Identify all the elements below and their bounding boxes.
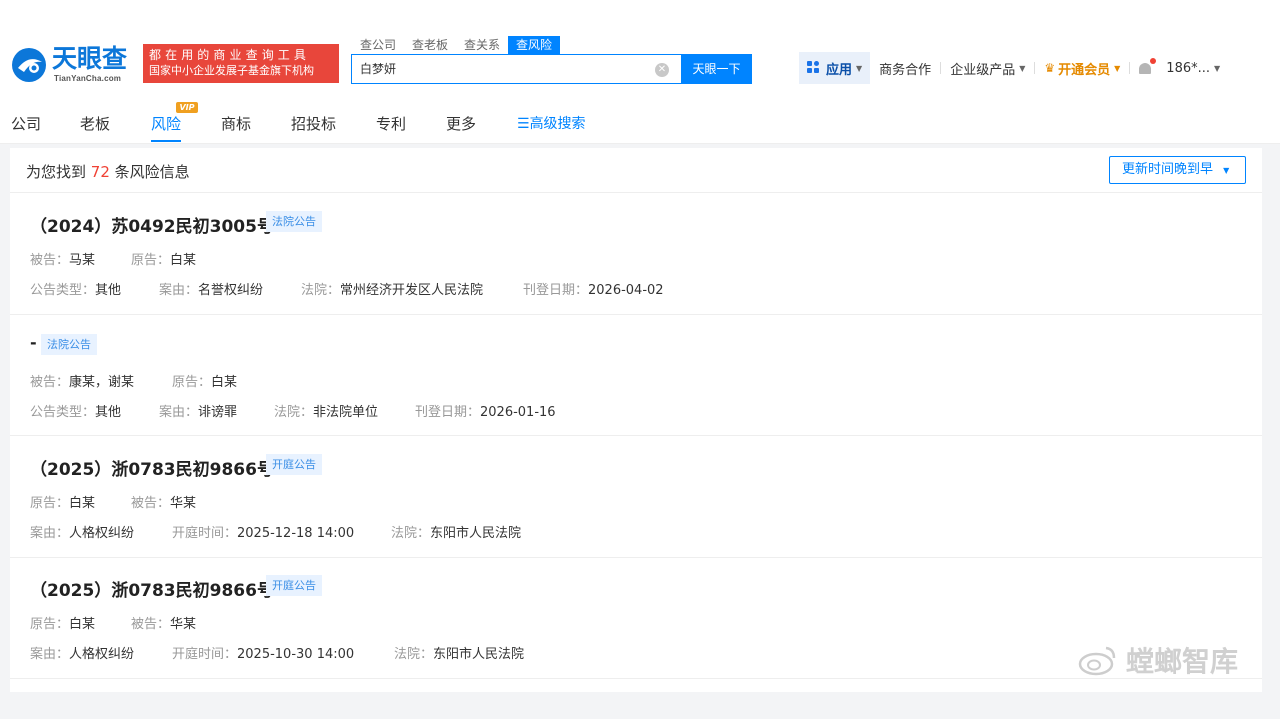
nav-tab-trademark[interactable]: 商标 (221, 113, 251, 134)
case-number-title[interactable]: - (30, 333, 37, 352)
case-type-tag: 法院公告 (266, 211, 322, 232)
search-tab-relation[interactable]: 查关系 (456, 36, 508, 54)
detail-field: 法院：非法院单位 (274, 405, 379, 420)
search-button[interactable]: 天眼一下 (681, 54, 752, 84)
detail-field: 案由：名誉权纠纷 (159, 283, 264, 298)
vip-membership-menu[interactable]: ♛ 开通会员 ▼ (1035, 59, 1129, 78)
result-count-text: 为您找到 72 条风险信息 (26, 161, 190, 182)
detail-field: 刊登日期：2026-01-16 (415, 405, 556, 420)
notification-dot (1150, 58, 1157, 64)
party-field: 被告：康某，谢某 (30, 375, 135, 390)
nav-tab-patent[interactable]: 专利 (376, 113, 406, 134)
nav-tab-bidding[interactable]: 招投标 (291, 113, 336, 134)
result-count-number: 72 (90, 163, 110, 181)
advanced-search-link[interactable]: ☰高级搜索 (517, 113, 586, 133)
top-header: 天眼查 TianYanCha.com 都在用的商业查询工具 国家中小企业发展子基… (0, 0, 1280, 101)
business-cooperation-link[interactable]: 商务合作 (870, 59, 940, 78)
detail-field: 公告类型：其他 (30, 405, 122, 420)
party-field: 被告：马某 (30, 253, 96, 268)
risk-item[interactable]: （2025）浙0783民初9866号 开庭公告 原告：白某 被告：华某 案由：人… (10, 558, 1262, 679)
search-tab-risk[interactable]: 查风险 (508, 36, 561, 54)
case-number-title[interactable]: （2025）浙0783民初9866号 (30, 576, 274, 601)
enterprise-products-menu[interactable]: 企业级产品 ▼ (941, 59, 1034, 78)
party-field: 原告：白某 (131, 253, 197, 268)
case-number-title[interactable]: （2025）浙0783民初9866号 (30, 455, 274, 480)
detail-field: 法院：东阳市人民法院 (391, 526, 522, 541)
case-number-title[interactable]: （2024）苏0492民初3005号 (30, 212, 274, 237)
search-tab-boss[interactable]: 查老板 (404, 36, 456, 54)
apps-label: 应用 (826, 62, 853, 78)
detail-field: 案由：人格权纠纷 (30, 647, 135, 662)
top-nav-right: 应用 ▼ 商务合作 企业级产品 ▼ ♛ 开通会员 ▼ 186*... ▼ (799, 52, 1229, 84)
vip-label: 开通会员 (1058, 62, 1111, 78)
user-account-menu[interactable]: 186*... ▼ (1158, 61, 1229, 76)
detail-field: 案由：人格权纠纷 (30, 526, 135, 541)
divider (1129, 62, 1131, 74)
result-count-prefix: 为您找到 (26, 163, 87, 181)
detail-field: 法院：东阳市人民法院 (394, 647, 525, 662)
active-tab-indicator (151, 140, 181, 142)
detail-field: 法院：常州经济开发区人民法院 (301, 283, 484, 298)
risk-item[interactable]: （2025）浙0783民初9866号 开庭公告 原告：白某 被告：华某 案由：人… (10, 437, 1262, 558)
results-header: 为您找到 72 条风险信息 更新时间晚到早 ▼ (10, 148, 1262, 193)
sort-order-select[interactable]: 更新时间晚到早 ▼ (1109, 156, 1246, 184)
vip-badge: VIP (176, 102, 198, 113)
search-tab-company[interactable]: 查公司 (352, 36, 404, 54)
chevron-down-icon: ▼ (1223, 166, 1230, 175)
result-count-suffix: 条风险信息 (114, 163, 190, 181)
chevron-down-icon: ▼ (1214, 63, 1221, 73)
party-field: 原告：白某 (30, 617, 96, 632)
party-field: 原告：白某 (30, 496, 96, 511)
filter-search-icon: ☰ (517, 116, 530, 132)
risk-item[interactable]: - 法院公告 被告：康某，谢某 原告：白某 公告类型：其他 案由：诽谤罪 法院：… (10, 315, 1262, 436)
risk-item[interactable]: （2024）苏0492民初3005号 法院公告 被告：马某 原告：白某 公告类型… (10, 194, 1262, 315)
watermark-text: 螳螂智库 (1126, 645, 1239, 678)
site-logo[interactable]: 天眼查 TianYanCha.com (10, 44, 138, 88)
party-field: 原告：白某 (172, 375, 238, 390)
weibo-watermark-icon (1078, 646, 1116, 676)
detail-field: 开庭时间：2025-10-30 14:00 (172, 647, 355, 662)
slogan-line-1: 都在用的商业查询工具 (149, 48, 311, 62)
party-field: 被告：华某 (131, 496, 197, 511)
logo-domain: TianYanCha.com (54, 74, 122, 83)
logo-eye-icon (12, 48, 46, 82)
enterprise-products-label: 企业级产品 (950, 62, 1016, 78)
nav-tab-more[interactable]: 更多 (446, 113, 476, 134)
detail-field: 开庭时间：2025-12-18 14:00 (172, 526, 355, 541)
clear-icon[interactable]: ✕ (655, 63, 669, 77)
detail-field: 案由：诽谤罪 (159, 405, 238, 420)
notification-bell-icon[interactable] (1138, 58, 1157, 75)
apps-grid-icon (807, 61, 821, 75)
apps-menu-button[interactable]: 应用 ▼ (799, 52, 871, 84)
search-box: ✕ (351, 54, 681, 84)
detail-field: 刊登日期：2026-04-02 (523, 283, 664, 298)
chevron-down-icon: ▼ (1019, 63, 1026, 73)
search-input[interactable] (360, 61, 640, 75)
nav-tab-company[interactable]: 公司 (11, 113, 41, 134)
party-field: 被告：华某 (131, 617, 197, 632)
case-type-tag: 开庭公告 (266, 575, 322, 596)
case-type-tag: 开庭公告 (266, 454, 322, 475)
logo-text: 天眼查 (52, 44, 128, 73)
nav-tab-boss[interactable]: 老板 (80, 113, 110, 134)
slogan-banner: 都在用的商业查询工具 国家中小企业发展子基金旗下机构 (143, 44, 339, 83)
detail-field: 公告类型：其他 (30, 283, 122, 298)
nav-tab-risk[interactable]: 风险 (151, 113, 181, 134)
chevron-down-icon: ▼ (1114, 63, 1121, 73)
sort-order-label: 更新时间晚到早 (1122, 162, 1214, 177)
user-phone-label: 186*... (1166, 60, 1211, 76)
crown-icon: ♛ (1044, 61, 1056, 75)
search-type-tabs: 查公司 查老板 查关系 查风险 (352, 36, 561, 54)
advanced-search-label: 高级搜索 (529, 116, 586, 132)
case-type-tag: 法院公告 (41, 334, 97, 355)
slogan-line-2: 国家中小企业发展子基金旗下机构 (149, 64, 314, 77)
chevron-down-icon: ▼ (856, 63, 863, 73)
